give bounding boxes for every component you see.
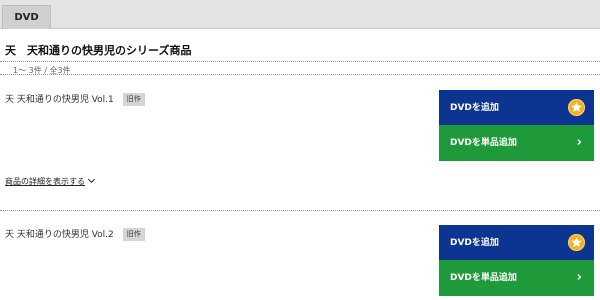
divider [0,74,600,75]
item-title-vol2: 天 天和通りの快男児 Vol.2 旧作 [5,228,145,241]
status-badge: 旧作 [122,228,145,241]
add-single-dvd-label: DVDを単品追加 [450,273,517,283]
item-title-text: 天 天和通りの快男児 Vol.2 [5,230,114,240]
add-single-dvd-label: DVDを単品追加 [450,138,517,148]
divider [0,210,600,211]
tab-dvd[interactable]: DVD [2,5,51,29]
item-title-text: 天 天和通りの快男児 Vol.1 [5,95,114,105]
add-dvd-label: DVDを追加 [450,103,499,113]
add-dvd-label: DVDを追加 [450,238,499,248]
chevron-down-icon [87,175,96,184]
page-title: 天 天和通りの快男児のシリーズ商品 [5,44,192,57]
add-dvd-button[interactable]: DVDを追加 [439,225,594,261]
show-details-link[interactable]: 商品の詳細を表示する [5,175,96,187]
add-single-dvd-button[interactable]: DVDを単品追加 › [439,125,594,161]
chevron-right-icon: › [576,135,582,150]
add-single-dvd-button[interactable]: DVDを単品追加 › [439,260,594,296]
tab-bar: DVD [0,0,600,29]
add-dvd-button[interactable]: DVDを追加 [439,90,594,126]
star-icon [568,99,585,116]
show-details-label: 商品の詳細を表示する [5,177,85,186]
item-title-vol1: 天 天和通りの快男児 Vol.1 旧作 [5,93,145,106]
status-badge: 旧作 [122,93,145,106]
chevron-right-icon: › [576,270,582,285]
divider [0,61,600,62]
star-icon [568,234,585,251]
